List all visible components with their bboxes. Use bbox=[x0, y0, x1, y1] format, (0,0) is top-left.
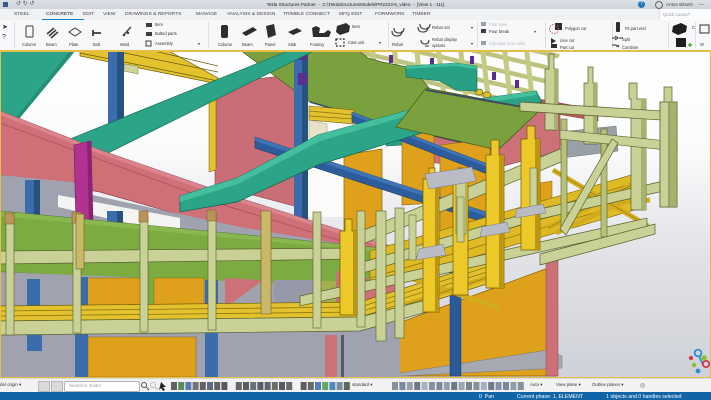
svg-text:C: C bbox=[692, 25, 696, 30]
